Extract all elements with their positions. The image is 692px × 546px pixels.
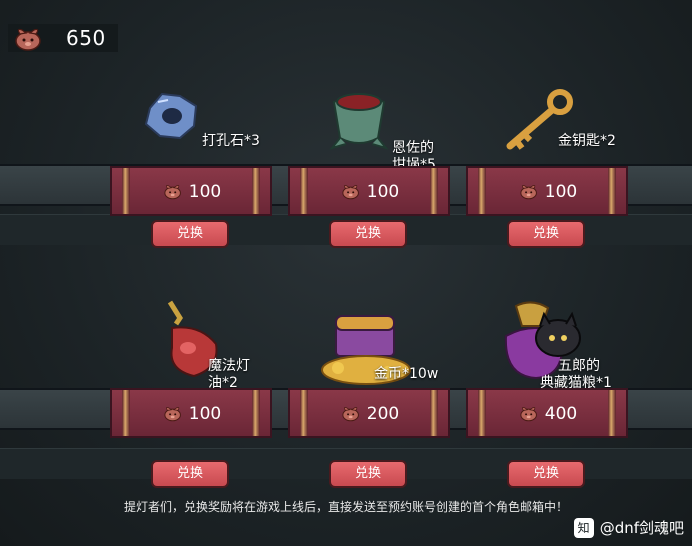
price-box: 200: [288, 388, 450, 438]
coin-bag-icon: [517, 182, 539, 200]
exchange-button[interactable]: 兑换: [151, 220, 229, 248]
coin-bag-icon: [161, 182, 183, 200]
price-box: 100: [288, 166, 450, 216]
balance-display: 650: [8, 24, 118, 52]
socket-stone-icon: [140, 88, 204, 148]
exchange-button[interactable]: 兑换: [507, 460, 585, 488]
coin-bag-icon: [517, 404, 539, 422]
coin-bag-icon: [10, 25, 44, 51]
exchange-button[interactable]: 兑换: [151, 460, 229, 488]
price-box: 100: [110, 388, 272, 438]
item-label: 五郎的 典藏猫粮*1: [540, 358, 612, 392]
price-value: 100: [188, 182, 222, 202]
price: 200: [290, 404, 448, 424]
coin-bag-icon: [339, 182, 361, 200]
price: 400: [468, 404, 626, 424]
price: 100: [112, 404, 270, 424]
item-label-line1: 五郎的: [558, 358, 600, 374]
price-value: 100: [544, 182, 578, 202]
price-value: 100: [366, 182, 400, 202]
exchange-button[interactable]: 兑换: [329, 220, 407, 248]
price: 100: [112, 182, 270, 202]
price-value: 100: [188, 404, 222, 424]
price: 100: [290, 182, 448, 202]
coin-bag-icon: [161, 404, 183, 422]
price-box: 100: [110, 166, 272, 216]
zhihu-badge-icon: 知: [573, 517, 594, 538]
item-label: 魔法灯 油*2: [208, 358, 250, 392]
price-value: 200: [366, 404, 400, 424]
watermark: 知 @dnf剑魂吧: [573, 517, 684, 538]
item-label: 金钥匙*2: [558, 133, 616, 149]
balance-value: 650: [66, 26, 106, 50]
watermark-text: @dnf剑魂吧: [599, 519, 684, 537]
exchange-button[interactable]: 兑换: [507, 220, 585, 248]
footer-notice: 提灯者们，兑换奖励将在游戏上线后，直接发送至预约账号创建的首个角色邮箱中！: [123, 500, 568, 514]
item-label-line1: 恩佐的: [392, 140, 434, 156]
price-value: 400: [544, 404, 578, 424]
coin-bag-icon: [339, 404, 361, 422]
price: 100: [468, 182, 626, 202]
exchange-button[interactable]: 兑换: [329, 460, 407, 488]
item-label-line1: 魔法灯: [208, 358, 250, 374]
price-box: 400: [466, 388, 628, 438]
item-label: 打孔石*3: [202, 133, 260, 149]
crucible-icon: [328, 88, 390, 158]
item-label: 金币*10w: [374, 366, 439, 382]
price-box: 100: [466, 166, 628, 216]
